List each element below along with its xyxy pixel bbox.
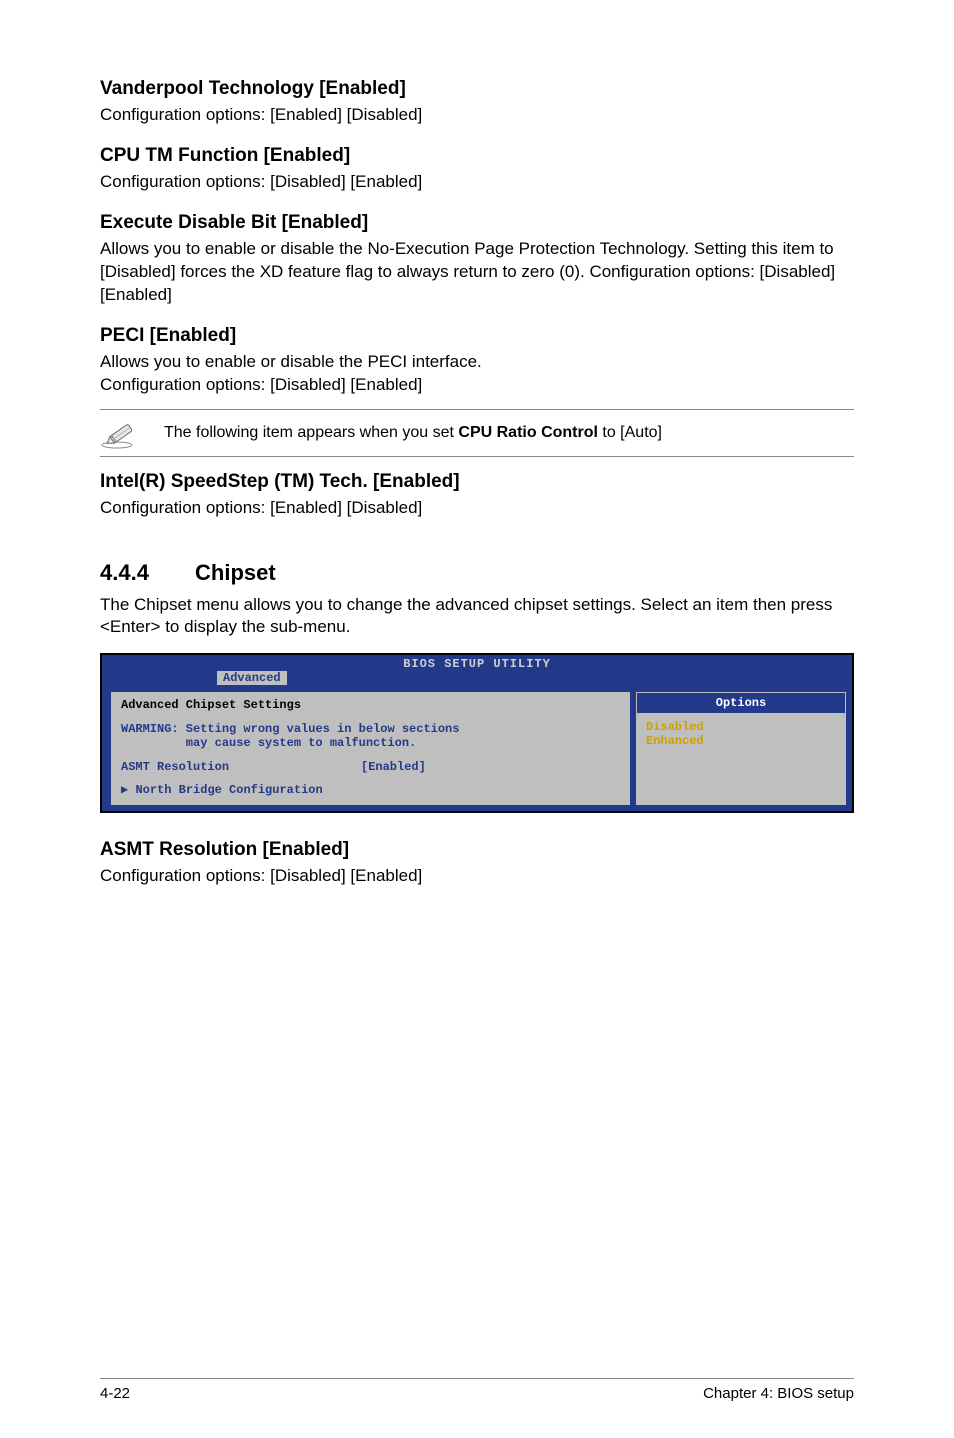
bios-title: BIOS SETUP UTILITY: [102, 655, 852, 672]
note-bold: CPU Ratio Control: [458, 424, 598, 441]
bios-warning: WARMING: Setting wrong values in below s…: [121, 722, 620, 750]
bios-option-enhanced: Enhanced: [636, 734, 846, 748]
bios-tab-advanced: Advanced: [217, 671, 287, 685]
text-peci-2: Configuration options: [Disabled] [Enabl…: [100, 374, 854, 397]
text-asmt: Configuration options: [Disabled] [Enabl…: [100, 865, 854, 888]
note-post: to [Auto]: [598, 424, 662, 441]
bios-right-pane: Options Disabled Enhanced: [636, 692, 846, 805]
bios-left-title: Advanced Chipset Settings: [121, 698, 620, 712]
page-footer: 4-22 Chapter 4: BIOS setup: [100, 1378, 854, 1402]
bios-row-asmt: ASMT Resolution [Enabled]: [121, 760, 620, 774]
note-row: The following item appears when you set …: [100, 409, 854, 457]
bios-screenshot: BIOS SETUP UTILITY Advanced Advanced Chi…: [100, 653, 854, 813]
heading-speedstep: Intel(R) SpeedStep (TM) Tech. [Enabled]: [100, 471, 854, 493]
text-cpu-tm: Configuration options: [Disabled] [Enabl…: [100, 171, 854, 194]
bios-left-pane: Advanced Chipset Settings WARMING: Setti…: [108, 692, 630, 805]
pencil-icon: [100, 416, 144, 450]
section-num: 4.4.4: [100, 560, 195, 586]
bios-row-val: [Enabled]: [361, 760, 426, 774]
text-execute-disable: Allows you to enable or disable the No-E…: [100, 238, 854, 307]
section-intro: The Chipset menu allows you to change th…: [100, 594, 854, 640]
heading-vanderpool: Vanderpool Technology [Enabled]: [100, 78, 854, 100]
text-speedstep: Configuration options: [Enabled] [Disabl…: [100, 497, 854, 520]
bios-option-disabled: Disabled: [636, 714, 846, 734]
bios-options-title: Options: [636, 692, 846, 714]
note-pre: The following item appears when you set: [164, 424, 458, 441]
bios-submenu-north-bridge: North Bridge Configuration: [121, 782, 620, 797]
section-heading: 4.4.4Chipset: [100, 560, 854, 586]
heading-cpu-tm: CPU TM Function [Enabled]: [100, 145, 854, 167]
heading-asmt: ASMT Resolution [Enabled]: [100, 839, 854, 861]
section-title: Chipset: [195, 560, 276, 585]
footer-page-num: 4-22: [100, 1385, 130, 1402]
text-peci-1: Allows you to enable or disable the PECI…: [100, 351, 854, 374]
heading-execute-disable: Execute Disable Bit [Enabled]: [100, 212, 854, 234]
bios-row-key: ASMT Resolution: [121, 760, 361, 774]
footer-chapter: Chapter 4: BIOS setup: [703, 1385, 854, 1402]
note-text: The following item appears when you set …: [164, 424, 662, 442]
text-vanderpool: Configuration options: [Enabled] [Disabl…: [100, 104, 854, 127]
heading-peci: PECI [Enabled]: [100, 325, 854, 347]
